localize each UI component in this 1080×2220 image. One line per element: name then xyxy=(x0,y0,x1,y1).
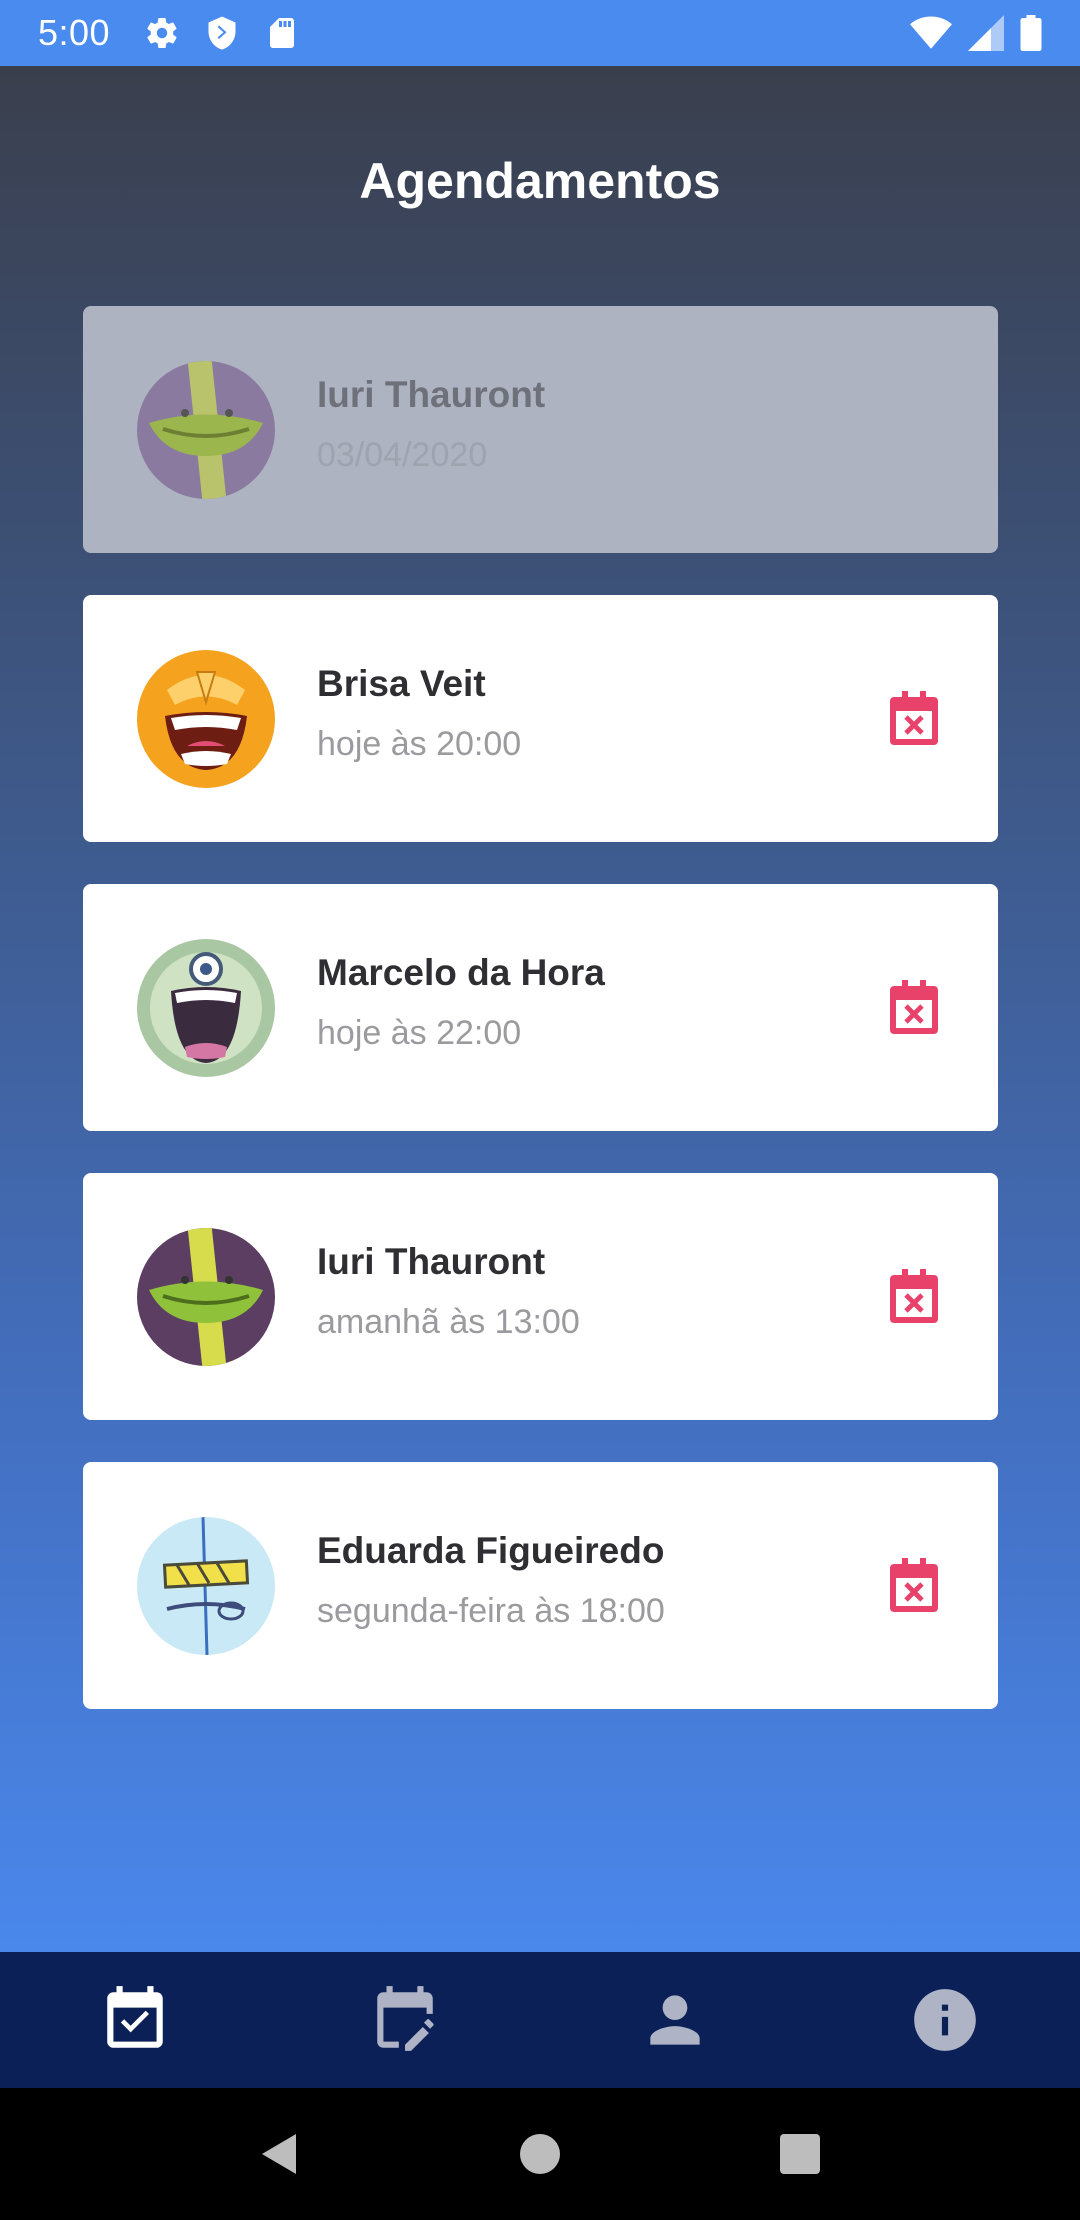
calendar-remove-icon xyxy=(890,691,938,745)
avatar xyxy=(137,1228,275,1366)
tab-schedule[interactable] xyxy=(270,1952,540,2088)
client-name: Eduarda Figueiredo xyxy=(317,1530,665,1571)
battery-icon xyxy=(1020,15,1042,51)
appointment-time: segunda-feira às 18:00 xyxy=(317,1592,665,1630)
person-icon xyxy=(650,1995,700,2045)
cancel-appointment-button[interactable] xyxy=(888,980,940,1036)
cancel-appointment-button[interactable] xyxy=(888,1269,940,1325)
screaming-green-avatar-icon xyxy=(137,939,275,1077)
laughing-orange-avatar-icon xyxy=(137,650,275,788)
cucumber-avatar-icon xyxy=(137,361,275,499)
client-name: Brisa Veit xyxy=(317,663,486,704)
client-name: Marcelo da Hora xyxy=(317,952,605,993)
back-icon xyxy=(262,2134,296,2174)
status-bar: 5:00 xyxy=(0,0,1080,66)
cancel-appointment-button[interactable] xyxy=(888,691,940,747)
appointment-card[interactable]: Brisa Veit hoje às 20:00 xyxy=(83,595,998,842)
status-icons-right xyxy=(910,15,1042,51)
avatar xyxy=(137,361,275,499)
status-time: 5:00 xyxy=(38,12,111,53)
wifi-icon xyxy=(910,16,952,49)
client-name: Iuri Thauront xyxy=(317,374,546,415)
page-title: Agendamentos xyxy=(359,153,721,209)
home-icon xyxy=(520,2134,560,2174)
tab-appointments[interactable] xyxy=(0,1952,270,2088)
status-icons-left xyxy=(144,15,300,51)
signal-icon xyxy=(968,15,1004,51)
calendar-check-icon xyxy=(107,1986,163,2048)
appointment-card[interactable]: Eduarda Figueiredo segunda-feira às 18:0… xyxy=(83,1462,998,1709)
calendar-remove-icon xyxy=(890,1558,938,1612)
recents-button[interactable] xyxy=(770,2124,830,2184)
system-nav-bar xyxy=(0,2088,1080,2220)
gear-icon xyxy=(147,18,177,49)
avatar xyxy=(137,650,275,788)
client-name: Iuri Thauront xyxy=(317,1241,546,1282)
blue-sketch-avatar-icon xyxy=(137,1517,275,1655)
calendar-edit-icon xyxy=(377,1986,434,2051)
cancel-appointment-button[interactable] xyxy=(888,1558,940,1614)
appointment-time: 03/04/2020 xyxy=(317,436,488,474)
appointment-time: hoje às 20:00 xyxy=(317,725,522,763)
appointment-card[interactable]: Iuri Thauront amanhã às 13:00 xyxy=(83,1173,998,1420)
back-button[interactable] xyxy=(250,2124,310,2184)
bottom-tab-bar xyxy=(0,1952,1080,2088)
sd-card-icon xyxy=(270,18,295,48)
avatar xyxy=(137,1517,275,1655)
cucumber-avatar-icon xyxy=(137,1228,275,1366)
avatar xyxy=(137,939,275,1077)
tab-info[interactable] xyxy=(810,1952,1080,2088)
shield-icon xyxy=(208,16,236,50)
appointment-card-past[interactable]: Iuri Thauront 03/04/2020 xyxy=(83,306,998,553)
home-button[interactable] xyxy=(510,2124,570,2184)
calendar-remove-icon xyxy=(890,1269,938,1323)
appointment-time: amanhã às 13:00 xyxy=(317,1303,580,1341)
appointment-card[interactable]: Marcelo da Hora hoje às 22:00 xyxy=(83,884,998,1131)
recents-icon xyxy=(780,2134,820,2174)
info-icon xyxy=(914,1989,976,2051)
main-content: Agendamentos Iuri Thauront 03/04/2020 Br… xyxy=(0,66,1080,1952)
appointment-time: hoje às 22:00 xyxy=(317,1014,522,1052)
calendar-remove-icon xyxy=(890,980,938,1034)
tab-profile[interactable] xyxy=(540,1952,810,2088)
